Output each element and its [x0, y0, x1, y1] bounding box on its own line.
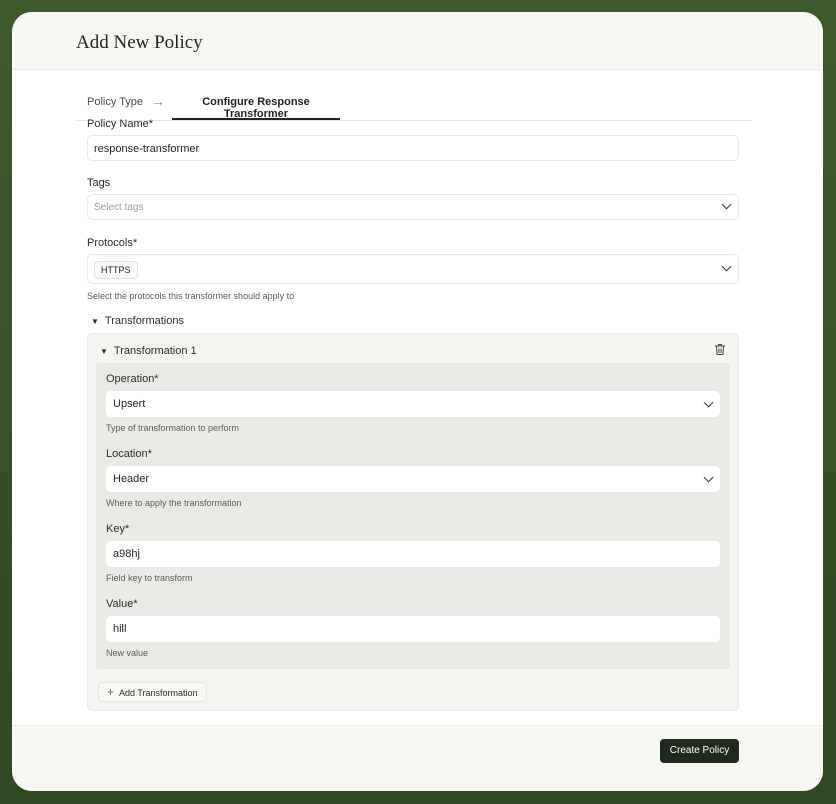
location-help: Where to apply the transformation [106, 498, 242, 508]
modal-footer: Create Policy [12, 725, 823, 791]
triangle-down-icon: ▼ [91, 317, 99, 326]
chevron-down-icon [721, 261, 732, 272]
add-transformation-button[interactable]: + Add Transformation [98, 682, 207, 702]
operation-help: Type of transformation to perform [106, 423, 240, 433]
transformation-1-toggle[interactable]: ▼ Transformation 1 [100, 345, 197, 357]
protocols-label: Protocols* [87, 237, 138, 249]
value-input[interactable]: hill [106, 616, 720, 642]
key-value: a98hj [113, 548, 140, 560]
key-label: Key* [106, 523, 130, 535]
modal-header: Add New Policy [12, 12, 823, 70]
protocols-select[interactable]: HTTPS [87, 254, 739, 284]
tags-label: Tags [87, 177, 111, 189]
plus-icon: + [107, 685, 115, 699]
location-value: Header [113, 473, 150, 485]
page-title: Add New Policy [76, 32, 203, 53]
trash-icon[interactable] [714, 343, 726, 356]
tags-placeholder: Select tags [94, 202, 144, 213]
tags-select[interactable]: Select tags [87, 194, 739, 220]
location-label: Location* [106, 448, 152, 460]
protocol-chip-https[interactable]: HTTPS [94, 261, 138, 279]
operation-label: Operation* [106, 373, 159, 385]
transformations-label: Transformations [104, 315, 184, 327]
add-transformation-label: Add Transformation [119, 688, 198, 698]
transformations-toggle[interactable]: ▼ Transformations [91, 315, 184, 327]
key-help: Field key to transform [106, 573, 193, 583]
value-help: New value [106, 648, 149, 658]
value-value: hill [113, 623, 127, 635]
chevron-down-icon [721, 199, 732, 210]
arrow-right-icon: → [151, 93, 165, 109]
policy-name-input[interactable]: response-transformer [87, 135, 739, 161]
operation-select[interactable]: Upsert [106, 391, 720, 417]
triangle-down-icon: ▼ [100, 347, 108, 356]
step-tabs: Policy Type → Configure Response Transfo… [76, 93, 752, 121]
chevron-down-icon [703, 472, 714, 483]
protocols-help: Select the protocols this transformer sh… [87, 291, 295, 301]
create-policy-button[interactable]: Create Policy [660, 739, 739, 763]
policy-name-value: response-transformer [94, 143, 200, 155]
key-input[interactable]: a98hj [106, 541, 720, 567]
value-label: Value* [106, 598, 138, 610]
operation-value: Upsert [113, 398, 146, 410]
modal-dialog: Add New Policy Policy Type → Configure R… [12, 12, 823, 791]
tab-policy-type[interactable]: Policy Type [87, 96, 143, 108]
tab-configure-response-transformer[interactable]: Configure Response Transformer [172, 96, 340, 120]
policy-name-label: Policy Name* [87, 118, 154, 130]
transformation-1-title: Transformation 1 [113, 345, 197, 357]
location-select[interactable]: Header [106, 466, 720, 492]
transformation-1-body: Operation* Upsert Type of transformation… [96, 363, 730, 669]
chevron-down-icon [703, 397, 714, 408]
transformations-card: ▼ Transformation 1 Operation* Upsert Type… [87, 333, 739, 711]
